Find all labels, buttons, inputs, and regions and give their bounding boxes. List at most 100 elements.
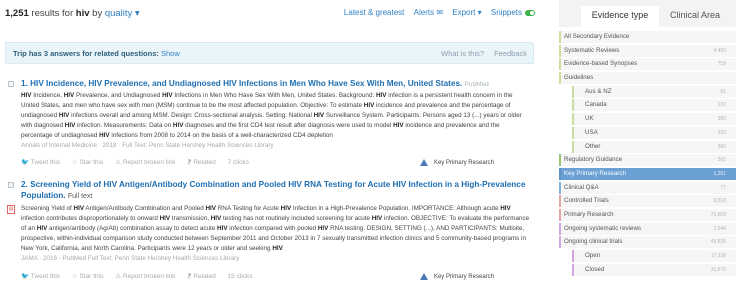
facet-trials-open[interactable]: Open 17,338 bbox=[572, 250, 736, 262]
facet-guidelines-aus-nz[interactable]: Aus & NZ 81 bbox=[572, 85, 736, 98]
facet-label: Clinical Q&A bbox=[564, 183, 599, 191]
pyramid-icon bbox=[419, 159, 428, 166]
facet-ongoing-clinical-trials[interactable]: Ongoing clinical trials 49,835 bbox=[559, 236, 736, 249]
related-link[interactable]: ⁋ Related bbox=[187, 273, 215, 280]
facet-key-primary-research[interactable]: Key Primary Research 1,251 bbox=[559, 167, 736, 180]
results-panel: 1,251 results for hiv by quality ▾ Lates… bbox=[0, 0, 535, 290]
sort-dropdown[interactable]: quality ▾ bbox=[105, 8, 140, 19]
facet-count: 1,544 bbox=[713, 225, 726, 232]
result-abstract-text: Screening Yield of HIV Antigen/Antibody … bbox=[21, 205, 530, 252]
result-title[interactable]: 1. HIV Incidence, HIV Prevalence, and Un… bbox=[21, 78, 526, 90]
what-is-this-link[interactable]: What is this? bbox=[441, 49, 484, 58]
facet-count: 81 bbox=[720, 88, 726, 95]
query-highlight: HIV bbox=[36, 224, 48, 232]
star-this-label: Star this bbox=[79, 159, 104, 166]
facet-label: Guidelines bbox=[564, 74, 594, 82]
query-highlight: HIV bbox=[172, 121, 184, 129]
facet-label: Aus & NZ bbox=[585, 87, 612, 95]
result-item: ▤ 2. Screening Yield of HIV Antigen/Anti… bbox=[5, 178, 534, 290]
facet-label: Controlled Trials bbox=[564, 197, 609, 205]
query-highlight: HIV bbox=[64, 121, 76, 129]
query-highlight: HIV bbox=[73, 205, 85, 212]
facet-guidelines-uk[interactable]: UK 360 bbox=[572, 113, 736, 126]
facet-systematic-reviews[interactable]: Systematic Reviews 4,450 bbox=[559, 44, 736, 57]
facet-count: 365 bbox=[717, 157, 726, 164]
facet-guidelines[interactable]: Guidelines bbox=[559, 72, 736, 85]
query-highlight: HIV bbox=[217, 224, 228, 232]
pyramid-icon bbox=[419, 273, 428, 280]
results-count-number: 1,251 bbox=[5, 8, 29, 19]
facet-label: UK bbox=[585, 115, 594, 123]
related-link[interactable]: ⁋ Related bbox=[187, 159, 215, 166]
facet-count: 4,450 bbox=[713, 47, 726, 54]
report-broken-link-label: Report broken link bbox=[122, 273, 176, 280]
facet-trials-closed[interactable]: Closed 31,676 bbox=[572, 263, 736, 276]
results-toolbar: 1,251 results for hiv by quality ▾ Lates… bbox=[5, 6, 535, 22]
alerts-label: Alerts bbox=[413, 8, 435, 17]
tweet-this-link[interactable]: 🐦 Tweet this bbox=[21, 273, 60, 280]
facet-label: Evidence-based Synopses bbox=[564, 60, 638, 68]
query-highlight: HIV bbox=[317, 224, 329, 232]
click-count: 15 clicks bbox=[227, 273, 253, 280]
tweet-this-label: Tweet this bbox=[30, 159, 61, 166]
facet-label: Systematic Reviews bbox=[564, 46, 620, 54]
result-meta: JAMA · 2016 · PubMed Full Text: Penn Sta… bbox=[21, 254, 240, 262]
facet-clinical-qa[interactable]: Clinical Q&A 77 bbox=[559, 181, 736, 194]
alerts-link[interactable]: Alerts ✉ bbox=[414, 8, 443, 17]
query-highlight: HIV bbox=[280, 205, 292, 212]
query-highlight: HIV bbox=[63, 92, 75, 99]
query-highlight: HIV bbox=[313, 111, 325, 119]
results-for-text: results for bbox=[28, 8, 76, 19]
result-item: 1. HIV Incidence, HIV Prevalence, and Un… bbox=[5, 77, 534, 172]
related-questions-bar: Trip has 3 answers for related questions… bbox=[5, 42, 534, 64]
star-this-link[interactable]: ☆ Star this bbox=[72, 273, 103, 280]
latest-greatest-link[interactable]: Latest & greatest bbox=[344, 8, 404, 17]
result-title-text: HIV Incidence, HIV Prevalence, and Undia… bbox=[30, 79, 463, 88]
star-this-link[interactable]: ☆ Star this bbox=[72, 159, 103, 166]
facet-label: Key Primary Research bbox=[564, 169, 626, 177]
tab-clinical-area[interactable]: Clinical Area bbox=[670, 6, 720, 25]
facet-count: 73,659 bbox=[710, 211, 726, 218]
facet-count: 1,251 bbox=[713, 170, 726, 177]
related-icon: ⁋ bbox=[187, 273, 192, 280]
facet-guidelines-usa[interactable]: USA 333 bbox=[572, 126, 736, 139]
facet-count: 360 bbox=[717, 116, 726, 123]
facet-ongoing-systematic-reviews[interactable]: Ongoing systematic reviews 1,544 bbox=[559, 222, 736, 235]
export-dropdown[interactable]: Export ▾ bbox=[452, 8, 481, 17]
facet-primary-research[interactable]: Primary Research 73,659 bbox=[559, 208, 736, 221]
facet-all-secondary-evidence[interactable]: All Secondary Evidence bbox=[559, 31, 736, 43]
show-link[interactable]: Show bbox=[161, 49, 180, 58]
query-highlight: HIV bbox=[159, 214, 171, 222]
toggle-switch-icon bbox=[525, 9, 535, 16]
report-broken-link[interactable]: ⚠ Report broken link bbox=[115, 159, 175, 166]
related-questions-label: Trip has 3 answers for related questions… bbox=[13, 49, 159, 58]
pdf-icon[interactable]: ▤ bbox=[7, 205, 15, 214]
tweet-this-link[interactable]: 🐦 Tweet this bbox=[21, 159, 60, 166]
facet-label: Primary Research bbox=[564, 210, 614, 218]
result-checkbox[interactable] bbox=[8, 182, 14, 188]
tweet-this-label: Tweet this bbox=[30, 273, 61, 280]
facet-count: 130 bbox=[717, 102, 726, 109]
facet-guidelines-canada[interactable]: Canada 130 bbox=[572, 99, 736, 112]
query-highlight: HIV bbox=[162, 92, 173, 99]
facet-label: USA bbox=[585, 128, 598, 136]
facet-evidence-based-synopses[interactable]: Evidence-based Synopses 759 bbox=[559, 58, 736, 71]
snippets-toggle[interactable]: Snippets bbox=[491, 8, 535, 17]
facet-label: Ongoing clinical trials bbox=[564, 238, 623, 246]
result-source: PubMed bbox=[464, 81, 489, 88]
facet-controlled-trials[interactable]: Controlled Trials 9,518 bbox=[559, 195, 736, 208]
by-text: by bbox=[89, 8, 105, 19]
result-title[interactable]: 2. Screening Yield of HIV Antigen/Antibo… bbox=[21, 179, 526, 202]
facet-regulatory-guidance[interactable]: Regulatory Guidance 365 bbox=[559, 154, 736, 167]
facet-count: 360 bbox=[717, 143, 726, 150]
facet-guidelines-other[interactable]: Other 360 bbox=[572, 140, 736, 153]
result-abstract: Screening Yield of HIV Antigen/Antibody … bbox=[21, 204, 531, 263]
star-icon: ☆ bbox=[71, 159, 78, 166]
related-label: Related bbox=[193, 273, 216, 280]
report-broken-link[interactable]: ⚠ Report broken link bbox=[115, 273, 175, 280]
tab-evidence-type[interactable]: Evidence type bbox=[581, 6, 659, 27]
feedback-link[interactable]: Feedback bbox=[494, 49, 527, 58]
result-checkbox[interactable] bbox=[8, 81, 14, 87]
bar-links: What is this? Feedback bbox=[431, 49, 527, 58]
mail-icon: ✉ bbox=[436, 8, 444, 17]
